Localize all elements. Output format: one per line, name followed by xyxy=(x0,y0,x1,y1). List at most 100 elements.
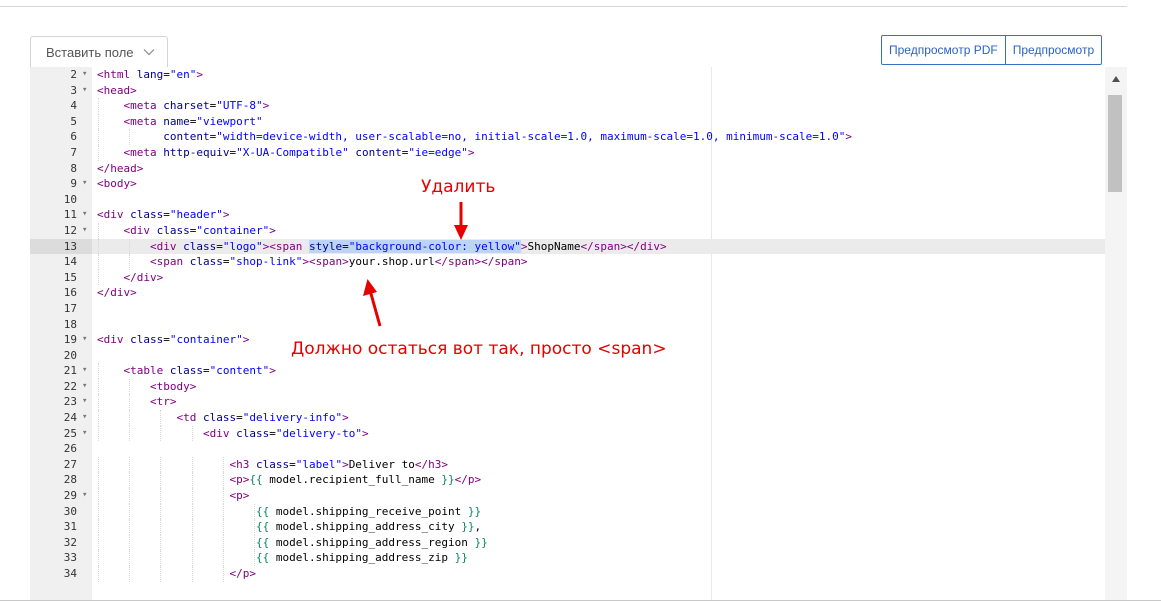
code-line[interactable]: 12 ▾ <div class="container"> xyxy=(30,222,1105,239)
code-line[interactable]: 21 ▾ <table class="content"> xyxy=(30,363,1105,379)
code-line[interactable]: 2 ▾ <html lang="en"> xyxy=(30,67,1105,83)
code-token: your.shop.url xyxy=(348,255,435,269)
line-number: 15 xyxy=(30,270,92,286)
code-token: = xyxy=(269,426,276,440)
code-line[interactable]: 23 ▾ <tr> xyxy=(30,394,1105,411)
fold-toggle-icon[interactable]: ▾ xyxy=(82,207,87,223)
code-line[interactable]: 28 <p>{{ model.recipient_full_name }}</p… xyxy=(30,472,1105,489)
code-text: <div class="header"> xyxy=(97,207,229,223)
insert-field-dropdown[interactable]: Вставить поле xyxy=(30,36,168,67)
code-line[interactable]: 3 ▾ <head> xyxy=(30,83,1105,99)
code-line[interactable]: 8 </head> xyxy=(30,161,1105,177)
code-token: > xyxy=(467,145,475,159)
fold-toggle-icon[interactable]: ▾ xyxy=(82,394,87,410)
scrollbar-thumb[interactable] xyxy=(1108,95,1122,192)
line-number-label: 33 xyxy=(63,551,77,565)
fold-toggle-icon[interactable]: ▾ xyxy=(82,176,87,192)
code-line[interactable]: 4 <meta charset="UTF-8"> xyxy=(30,98,1105,114)
code-line[interactable]: 27 <h3 class="label">Deliver to</h3> xyxy=(30,456,1105,473)
preview-pdf-button[interactable]: Предпросмотр PDF xyxy=(882,36,1005,64)
line-number: 10 xyxy=(30,192,92,208)
code-token: <h3 xyxy=(229,457,256,471)
code-token: </div> xyxy=(97,286,137,300)
code-line[interactable]: 34 </p> xyxy=(30,566,1105,582)
line-number-label: 2 xyxy=(70,68,77,81)
fold-toggle-icon[interactable]: ▾ xyxy=(82,223,87,239)
code-token: > xyxy=(520,239,528,253)
code-line[interactable]: 33 {{ model.shipping_address_zip }} xyxy=(30,550,1105,566)
code-editor[interactable]: 2 ▾ <html lang="en"> 3 ▾ <head> 4 <meta charse… xyxy=(30,67,1127,601)
line-number-label: 11 xyxy=(63,208,77,222)
line-number: 28 xyxy=(30,472,92,488)
preview-button-group: Предпросмотр PDF Предпросмотр xyxy=(881,35,1103,65)
code-line[interactable]: 13 <div class="logo"><span style="backgr… xyxy=(30,238,1105,255)
code-line[interactable]: 18 xyxy=(30,317,1105,333)
code-line[interactable]: 26 xyxy=(30,441,1105,457)
line-number-label: 16 xyxy=(63,286,77,300)
code-line[interactable]: 30 {{ model.shipping_receive_point }} xyxy=(30,503,1105,520)
code-line[interactable]: 5 <meta name="viewport" xyxy=(30,113,1105,130)
fold-toggle-icon[interactable]: ▾ xyxy=(82,83,87,99)
code-text: <meta charset="UTF-8"> xyxy=(97,98,270,114)
code-text: content="width=device-width, user-scalab… xyxy=(97,129,852,145)
vertical-scrollbar[interactable] xyxy=(1105,67,1127,601)
fold-toggle-icon[interactable]: ▾ xyxy=(82,332,87,348)
code-text: <tbody> xyxy=(97,379,196,395)
line-number: 26 xyxy=(30,441,92,457)
code-token: = xyxy=(202,364,210,378)
code-line[interactable]: 24 ▾ <td class="delivery-info"> xyxy=(30,410,1105,426)
code-token: "container" xyxy=(196,223,270,237)
code-text: <p> xyxy=(97,488,249,504)
code-line[interactable]: 10 xyxy=(30,192,1105,208)
code-text: <td class="delivery-info"> xyxy=(97,410,348,426)
code-token: <html xyxy=(97,68,137,81)
code-token: {{ xyxy=(249,473,263,487)
code-token: class xyxy=(202,411,237,425)
code-text: </p> xyxy=(97,566,256,582)
line-number-label: 18 xyxy=(63,317,77,331)
code-line[interactable]: 11 ▾ <div class="header"> xyxy=(30,207,1105,223)
code-line[interactable]: 16 </div> xyxy=(30,285,1105,301)
code-line[interactable]: 17 xyxy=(30,301,1105,317)
code-token: }} xyxy=(461,520,475,534)
code-line[interactable]: 14 <span class="shop-link"><span>your.sh… xyxy=(30,254,1105,270)
line-number: 11 ▾ xyxy=(30,207,92,223)
code-line[interactable]: 6 content="width=device-width, user-scal… xyxy=(30,129,1105,145)
fold-toggle-icon[interactable]: ▾ xyxy=(82,67,87,83)
code-text: {{ model.shipping_receive_point }} xyxy=(97,504,481,520)
code-line[interactable]: 15 </div> xyxy=(30,269,1105,286)
line-number-label: 21 xyxy=(63,364,77,378)
insert-field-label: Вставить поле xyxy=(46,44,134,60)
line-number-label: 32 xyxy=(63,535,77,549)
line-number-label: 14 xyxy=(63,255,77,269)
code-text: <table class="content"> xyxy=(97,363,276,379)
fold-toggle-icon[interactable]: ▾ xyxy=(82,426,87,442)
code-line[interactable]: 9 ▾ <body> xyxy=(30,176,1105,192)
code-line[interactable]: 32 {{ model.shipping_address_region }} xyxy=(30,534,1105,551)
fold-toggle-icon[interactable]: ▾ xyxy=(82,488,87,504)
line-number-label: 26 xyxy=(63,442,77,456)
code-line[interactable]: 7 <meta http-equiv="X-UA-Compatible" con… xyxy=(30,144,1105,161)
code-line[interactable]: 31 {{ model.shipping_address_city }}, xyxy=(30,519,1105,535)
code-line[interactable]: 29 ▾ <p> xyxy=(30,488,1105,504)
fold-toggle-icon[interactable]: ▾ xyxy=(82,410,87,426)
fold-toggle-icon[interactable]: ▾ xyxy=(82,363,87,379)
code-line[interactable]: 22 ▾ <tbody> xyxy=(30,378,1105,395)
scroll-up-arrow-icon[interactable] xyxy=(1105,75,1127,87)
code-token: class xyxy=(156,223,190,237)
code-token: class xyxy=(183,239,217,253)
fold-toggle-icon[interactable]: ▾ xyxy=(82,379,87,395)
code-token: <tr> xyxy=(149,395,177,409)
code-token: {{ xyxy=(255,535,270,549)
line-number: 22 ▾ xyxy=(30,379,92,395)
code-line[interactable]: 25 ▾ <div class="delivery-to"> xyxy=(30,425,1105,442)
code-token: "ie=edge" xyxy=(408,145,468,159)
preview-button[interactable]: Предпросмотр xyxy=(1004,36,1101,64)
code-text: <div class="container"> xyxy=(97,223,276,239)
